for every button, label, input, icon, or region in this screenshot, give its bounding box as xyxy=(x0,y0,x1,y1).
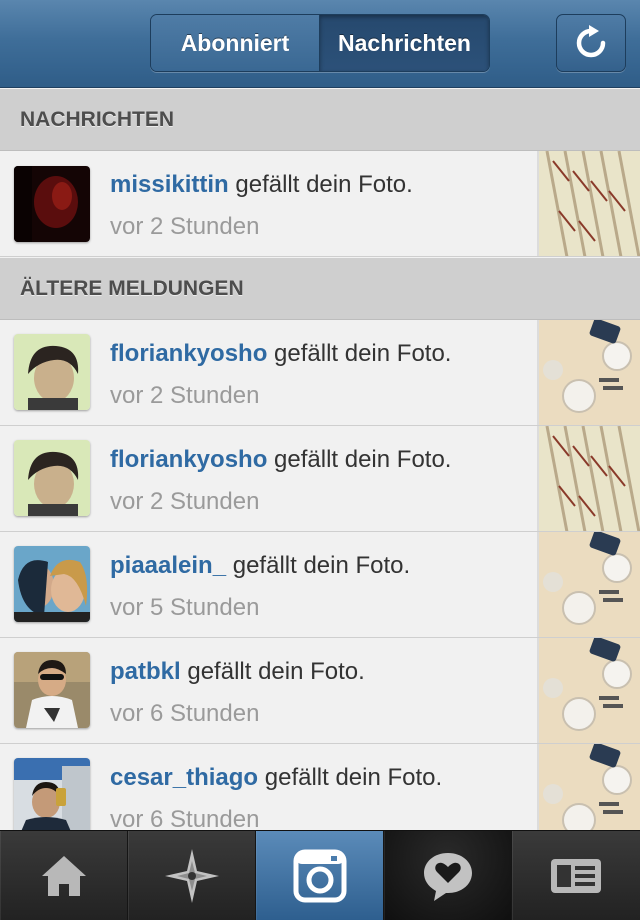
refresh-button[interactable] xyxy=(556,14,626,72)
timestamp: vor 5 Stunden xyxy=(110,594,260,621)
notification-row[interactable]: missikittin gefällt dein Foto. vor 2 Stu… xyxy=(0,151,640,257)
username-link[interactable]: floriankyosho xyxy=(110,340,267,367)
notification-row[interactable]: patbkl gefällt dein Foto. vor 6 Stunden xyxy=(0,638,640,744)
notification-row[interactable]: piaaalein_ gefällt dein Foto. vor 5 Stun… xyxy=(0,532,640,638)
liked-photo-thumbnail[interactable] xyxy=(537,151,640,256)
tab-following[interactable]: Abonniert xyxy=(151,15,320,71)
tab-news-feed[interactable] xyxy=(384,831,512,920)
camera-icon xyxy=(293,849,346,902)
notification-text: gefällt dein Foto. xyxy=(267,340,452,367)
feed-toggle: Abonniert Nachrichten xyxy=(150,14,490,72)
username-link[interactable]: floriankyosho xyxy=(110,446,267,473)
tab-explore[interactable] xyxy=(128,831,256,920)
avatar[interactable] xyxy=(14,334,90,410)
avatar[interactable] xyxy=(14,440,90,516)
liked-photo-thumbnail[interactable] xyxy=(537,426,640,531)
liked-photo-thumbnail[interactable] xyxy=(537,532,640,637)
refresh-icon xyxy=(576,25,606,58)
top-navigation-bar: Abonniert Nachrichten xyxy=(0,0,640,88)
tab-profile[interactable] xyxy=(512,831,640,920)
notification-text: gefällt dein Foto. xyxy=(180,658,365,685)
avatar[interactable] xyxy=(14,758,90,834)
home-icon xyxy=(41,855,86,896)
notification-text: gefällt dein Foto. xyxy=(267,446,452,473)
section-header-older: ÄLTERE MELDUNGEN xyxy=(0,258,640,320)
notification-text: gefällt dein Foto. xyxy=(258,764,443,791)
notification-row[interactable]: floriankyosho gefällt dein Foto. vor 2 S… xyxy=(0,426,640,532)
bottom-tab-bar xyxy=(0,830,640,920)
tab-home[interactable] xyxy=(0,831,128,920)
notification-text: gefällt dein Foto. xyxy=(228,171,413,198)
timestamp: vor 2 Stunden xyxy=(110,488,260,515)
section-header-recent: NACHRICHTEN xyxy=(0,89,640,151)
tab-camera[interactable] xyxy=(256,831,384,920)
username-link[interactable]: patbkl xyxy=(110,658,181,685)
explore-icon xyxy=(164,848,219,903)
username-link[interactable]: missikittin xyxy=(110,171,229,198)
notification-row[interactable]: floriankyosho gefällt dein Foto. vor 2 S… xyxy=(0,320,640,426)
profile-icon xyxy=(551,858,601,893)
username-link[interactable]: piaaalein_ xyxy=(110,552,226,579)
timestamp: vor 6 Stunden xyxy=(110,700,260,727)
avatar[interactable] xyxy=(14,652,90,728)
news-icon xyxy=(423,852,472,901)
avatar[interactable] xyxy=(14,166,90,242)
timestamp: vor 2 Stunden xyxy=(110,382,260,409)
notification-text: gefällt dein Foto. xyxy=(226,552,411,579)
timestamp: vor 2 Stunden xyxy=(110,213,260,240)
tab-news[interactable]: Nachrichten xyxy=(320,15,489,71)
liked-photo-thumbnail[interactable] xyxy=(537,320,640,425)
liked-photo-thumbnail[interactable] xyxy=(537,638,640,743)
avatar[interactable] xyxy=(14,546,90,622)
username-link[interactable]: cesar_thiago xyxy=(110,764,258,791)
